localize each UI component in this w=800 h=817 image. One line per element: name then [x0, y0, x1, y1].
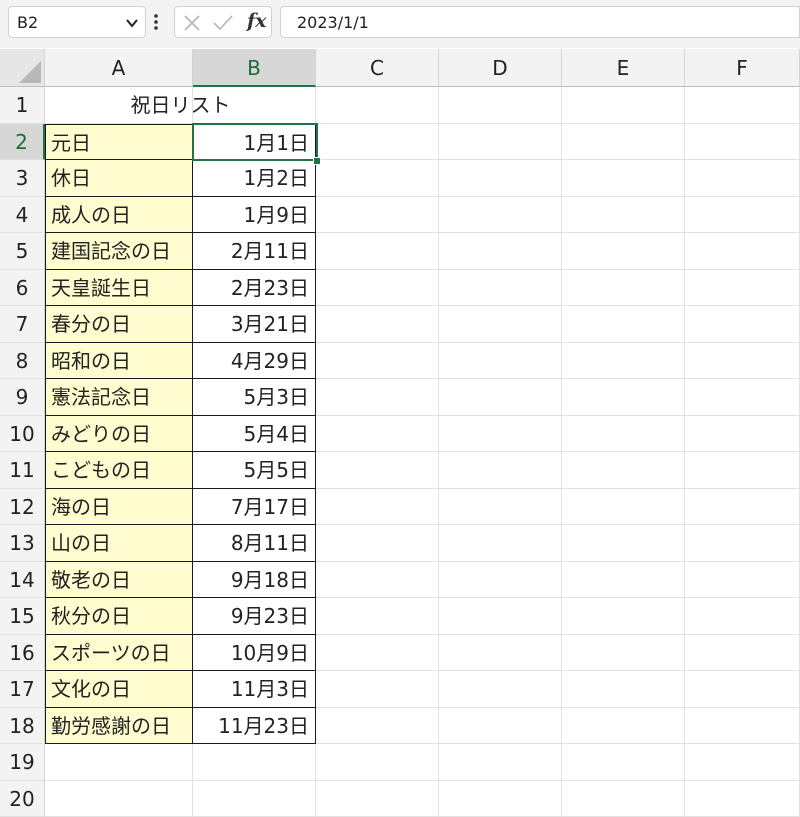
holiday-date-cell[interactable]: 5月5日 [193, 452, 316, 489]
row-header-4[interactable]: 4 [0, 197, 45, 234]
holiday-name-cell[interactable]: 憲法記念日 [45, 379, 193, 416]
holiday-name-cell[interactable]: 成人の日 [45, 197, 193, 234]
holiday-name-cell[interactable]: スポーツの日 [45, 635, 193, 672]
row-header-8[interactable]: 8 [0, 343, 45, 380]
holiday-name-cell[interactable]: 海の日 [45, 489, 193, 526]
holiday-name-cell[interactable]: 秋分の日 [45, 598, 193, 635]
row-header-18[interactable]: 18 [0, 708, 45, 745]
column-header-c[interactable]: C [316, 49, 439, 87]
holiday-date-cell[interactable]: 7月17日 [193, 489, 316, 526]
row-header-15[interactable]: 15 [0, 598, 45, 635]
column-header-e[interactable]: E [562, 49, 685, 87]
select-all-button[interactable] [0, 49, 45, 87]
row-header-3[interactable]: 3 [0, 160, 45, 197]
row-header-16[interactable]: 16 [0, 635, 45, 672]
holiday-date-cell[interactable]: 11月23日 [193, 708, 316, 745]
holiday-name-cell[interactable]: 山の日 [45, 525, 193, 562]
gridline [45, 780, 800, 781]
holiday-name-cell[interactable]: 休日 [45, 160, 193, 197]
row-header-10[interactable]: 10 [0, 416, 45, 453]
holiday-name-cell[interactable]: こどもの日 [45, 452, 193, 489]
row-header-19[interactable]: 19 [0, 744, 45, 781]
holiday-date-cell[interactable]: 1月2日 [193, 160, 316, 197]
sheet-title-cell[interactable]: 祝日リスト [45, 87, 316, 124]
holiday-name-cell[interactable]: 春分の日 [45, 306, 193, 343]
holiday-date-cell[interactable]: 4月29日 [193, 343, 316, 380]
row-header-6[interactable]: 6 [0, 270, 45, 307]
holiday-name-cell[interactable]: 昭和の日 [45, 343, 193, 380]
holiday-name-cell[interactable]: 勤労感謝の日 [45, 708, 193, 745]
holiday-date-cell[interactable]: 3月21日 [193, 306, 316, 343]
row-header-9[interactable]: 9 [0, 379, 45, 416]
holiday-name-cell[interactable]: 敬老の日 [45, 562, 193, 599]
row-header-17[interactable]: 17 [0, 671, 45, 708]
holiday-date-cell[interactable]: 8月11日 [193, 525, 316, 562]
holiday-date-cell[interactable]: 10月9日 [193, 635, 316, 672]
column-header-f[interactable]: F [685, 49, 800, 87]
holiday-date-cell[interactable]: 5月4日 [193, 416, 316, 453]
column-header-b[interactable]: B [193, 49, 316, 87]
column-header-a[interactable]: A [45, 49, 193, 87]
holiday-name-cell[interactable]: 文化の日 [45, 671, 193, 708]
row-header-13[interactable]: 13 [0, 525, 45, 562]
row-header-2[interactable]: 2 [0, 124, 45, 161]
worksheet-grid: 祝日リスト ABCDEF1234567891011121314151617181… [0, 0, 800, 816]
holiday-name-cell[interactable]: 天皇誕生日 [45, 270, 193, 307]
holiday-name-cell[interactable]: みどりの日 [45, 416, 193, 453]
holiday-date-cell[interactable]: 11月3日 [193, 671, 316, 708]
row-header-5[interactable]: 5 [0, 233, 45, 270]
fill-handle[interactable] [313, 157, 321, 165]
holiday-date-cell[interactable]: 1月9日 [193, 197, 316, 234]
row-header-7[interactable]: 7 [0, 306, 45, 343]
row-header-11[interactable]: 11 [0, 452, 45, 489]
holiday-date-cell[interactable]: 1月1日 [193, 124, 316, 161]
row-header-14[interactable]: 14 [0, 562, 45, 599]
holiday-date-cell[interactable]: 9月23日 [193, 598, 316, 635]
row-header-1[interactable]: 1 [0, 87, 45, 124]
row-header-12[interactable]: 12 [0, 489, 45, 526]
holiday-date-cell[interactable]: 2月23日 [193, 270, 316, 307]
holiday-date-cell[interactable]: 9月18日 [193, 562, 316, 599]
holiday-date-cell[interactable]: 5月3日 [193, 379, 316, 416]
holiday-date-cell[interactable]: 2月11日 [193, 233, 316, 270]
row-header-20[interactable]: 20 [0, 781, 45, 817]
holiday-name-cell[interactable]: 建国記念の日 [45, 233, 193, 270]
select-all-icon [19, 61, 41, 83]
holiday-name-cell[interactable]: 元日 [45, 124, 193, 161]
column-header-d[interactable]: D [439, 49, 562, 87]
